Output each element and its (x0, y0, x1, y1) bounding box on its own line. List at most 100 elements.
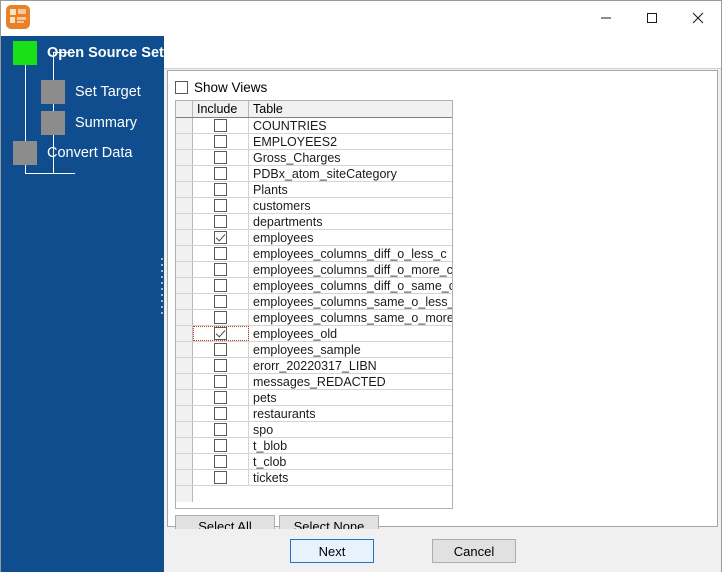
table-row[interactable]: employees_sample (176, 342, 452, 358)
table-row[interactable]: restaurants (176, 406, 452, 422)
include-cell[interactable] (193, 454, 249, 469)
table-row[interactable]: EMPLOYEES2 (176, 134, 452, 150)
include-cell[interactable] (193, 422, 249, 437)
include-cell[interactable] (193, 150, 249, 165)
table-name-cell[interactable]: Gross_Charges (249, 150, 452, 165)
row-selector-cell[interactable] (176, 294, 193, 309)
sidebar-step-open-source-set[interactable]: Open Source Set (13, 41, 164, 65)
table-name-cell[interactable]: employees_sample (249, 342, 452, 357)
column-header-rowselector[interactable] (176, 101, 193, 117)
table-name-cell[interactable]: spo (249, 422, 452, 437)
row-selector-cell[interactable] (176, 486, 193, 502)
table-row[interactable]: tickets (176, 470, 452, 486)
include-cell[interactable] (193, 166, 249, 181)
include-cell[interactable] (193, 262, 249, 277)
table-row[interactable]: erorr_20220317_LIBN (176, 358, 452, 374)
include-checkbox[interactable] (214, 231, 227, 244)
table-name-cell[interactable]: customers (249, 198, 452, 213)
table-row[interactable]: spo (176, 422, 452, 438)
row-selector-cell[interactable] (176, 230, 193, 245)
table-row[interactable]: pets (176, 390, 452, 406)
row-selector-cell[interactable] (176, 246, 193, 261)
include-cell[interactable] (193, 310, 249, 325)
include-checkbox[interactable] (214, 151, 227, 164)
table-row[interactable]: employees_columns_same_o_more_c (176, 310, 452, 326)
include-cell[interactable] (193, 118, 249, 133)
grid-new-row-placeholder[interactable] (176, 486, 452, 502)
table-name-cell[interactable]: pets (249, 390, 452, 405)
table-row[interactable]: employees_columns_diff_o_less_c (176, 246, 452, 262)
table-row[interactable]: employees_old (176, 326, 452, 342)
table-row[interactable]: t_blob (176, 438, 452, 454)
include-checkbox[interactable] (214, 183, 227, 196)
row-selector-cell[interactable] (176, 134, 193, 149)
table-row[interactable]: employees_columns_same_o_less_c (176, 294, 452, 310)
table-row[interactable]: COUNTRIES (176, 118, 452, 134)
include-checkbox[interactable] (214, 263, 227, 276)
table-name-cell[interactable]: employees_columns_diff_o_more_c (249, 262, 452, 277)
row-selector-cell[interactable] (176, 326, 193, 341)
include-cell[interactable] (193, 230, 249, 245)
table-name-cell[interactable]: EMPLOYEES2 (249, 134, 452, 149)
panel-splitter-handle[interactable] (159, 253, 164, 319)
include-cell[interactable] (193, 438, 249, 453)
minimize-icon[interactable] (583, 1, 629, 35)
include-checkbox[interactable] (214, 391, 227, 404)
row-selector-cell[interactable] (176, 342, 193, 357)
row-selector-cell[interactable] (176, 214, 193, 229)
table-row[interactable]: Gross_Charges (176, 150, 452, 166)
include-checkbox[interactable] (214, 199, 227, 212)
include-checkbox[interactable] (214, 471, 227, 484)
table-name-cell[interactable]: employees_columns_same_o_more_c (249, 310, 452, 325)
include-checkbox[interactable] (214, 215, 227, 228)
row-selector-cell[interactable] (176, 374, 193, 389)
table-row[interactable]: employees (176, 230, 452, 246)
row-selector-cell[interactable] (176, 406, 193, 421)
table-name-cell[interactable]: employees_columns_diff_o_same_c (249, 278, 452, 293)
row-selector-cell[interactable] (176, 150, 193, 165)
maximize-icon[interactable] (629, 1, 675, 35)
row-selector-cell[interactable] (176, 422, 193, 437)
table-name-cell[interactable]: restaurants (249, 406, 452, 421)
table-row[interactable]: Plants (176, 182, 452, 198)
row-selector-cell[interactable] (176, 118, 193, 133)
include-cell[interactable] (193, 294, 249, 309)
include-cell[interactable] (193, 342, 249, 357)
include-cell[interactable] (193, 358, 249, 373)
include-cell[interactable] (193, 182, 249, 197)
sidebar-step-convert-data[interactable]: Convert Data (13, 141, 132, 165)
row-selector-cell[interactable] (176, 470, 193, 485)
row-selector-cell[interactable] (176, 182, 193, 197)
row-selector-cell[interactable] (176, 198, 193, 213)
table-row[interactable]: departments (176, 214, 452, 230)
table-row[interactable]: messages_REDACTED (176, 374, 452, 390)
close-icon[interactable] (675, 1, 721, 35)
sidebar-step-summary[interactable]: Summary (41, 111, 137, 135)
row-selector-cell[interactable] (176, 358, 193, 373)
include-cell[interactable] (193, 278, 249, 293)
table-row[interactable]: PDBx_atom_siteCategory (176, 166, 452, 182)
table-name-cell[interactable]: COUNTRIES (249, 118, 452, 133)
include-checkbox[interactable] (214, 375, 227, 388)
include-checkbox[interactable] (214, 279, 227, 292)
table-name-cell[interactable]: messages_REDACTED (249, 374, 452, 389)
include-checkbox[interactable] (214, 343, 227, 356)
table-row[interactable]: employees_columns_diff_o_more_c (176, 262, 452, 278)
include-checkbox[interactable] (214, 423, 227, 436)
row-selector-cell[interactable] (176, 454, 193, 469)
include-checkbox[interactable] (214, 247, 227, 260)
include-checkbox[interactable] (214, 167, 227, 180)
show-views-checkbox[interactable] (175, 81, 188, 94)
include-cell[interactable] (193, 134, 249, 149)
row-selector-cell[interactable] (176, 166, 193, 181)
include-cell[interactable] (193, 326, 249, 341)
include-checkbox[interactable] (214, 135, 227, 148)
include-checkbox[interactable] (214, 359, 227, 372)
include-cell[interactable] (193, 470, 249, 485)
row-selector-cell[interactable] (176, 262, 193, 277)
table-row[interactable]: customers (176, 198, 452, 214)
table-name-cell[interactable]: Plants (249, 182, 452, 197)
include-checkbox[interactable] (214, 295, 227, 308)
row-selector-cell[interactable] (176, 310, 193, 325)
column-header-table[interactable]: Table (249, 101, 452, 117)
